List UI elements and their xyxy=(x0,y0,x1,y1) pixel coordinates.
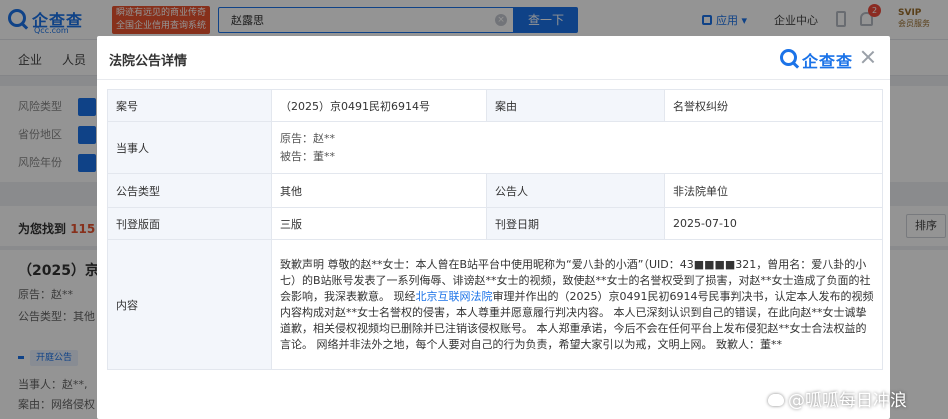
modal-header: 法院公告详情 企查查 xyxy=(97,36,890,80)
court-link[interactable]: 北京互联网法院 xyxy=(416,290,493,303)
cause-label: 案由 xyxy=(486,89,665,122)
table-row: 当事人 原告：赵** 被告：董** xyxy=(107,121,883,174)
case-number-link[interactable]: （2025）京0491民初6914号 xyxy=(271,89,487,122)
notice-type-value: 其他 xyxy=(271,173,487,208)
publish-page-value: 三版 xyxy=(271,207,487,240)
party-value: 原告：赵** 被告：董** xyxy=(271,121,883,174)
weibo-watermark: @呱呱每日冲浪 xyxy=(768,386,907,411)
table-row: 内容 致歉声明 尊敬的赵**女士：本人曾在B站平台中使用昵称为“爱八卦的小酒”（… xyxy=(107,239,883,370)
publish-page-label: 刊登版面 xyxy=(107,207,272,240)
defendant-value: 被告：董** xyxy=(280,149,335,163)
table-row: 案号 （2025）京0491民初6914号 案由 名誉权纠纷 xyxy=(107,89,883,122)
close-icon[interactable] xyxy=(859,48,877,66)
cause-value: 名誉权纠纷 xyxy=(664,89,883,122)
modal-title: 法院公告详情 xyxy=(109,54,188,69)
announcer-label: 公告人 xyxy=(486,173,665,208)
notice-type-label: 公告类型 xyxy=(107,173,272,208)
publish-date-label: 刊登日期 xyxy=(486,207,665,240)
announcer-value: 非法院单位 xyxy=(664,173,883,208)
notice-detail-table: 案号 （2025）京0491民初6914号 案由 名誉权纠纷 当事人 原告：赵*… xyxy=(107,89,883,370)
weibo-icon xyxy=(768,394,784,406)
plaintiff-value: 原告：赵** xyxy=(280,131,335,145)
content-label: 内容 xyxy=(107,239,272,370)
table-row: 公告类型 其他 公告人 非法院单位 xyxy=(107,173,883,208)
publish-date-value: 2025-07-10 xyxy=(664,207,883,240)
court-notice-modal: 法院公告详情 企查查 案号 （2025）京0491民初6914号 案由 名誉权纠… xyxy=(97,36,890,419)
qcc-logo-icon xyxy=(780,49,797,66)
content-value: 致歉声明 尊敬的赵**女士：本人曾在B站平台中使用昵称为“爱八卦的小酒”（UID… xyxy=(271,239,883,370)
party-label: 当事人 xyxy=(107,121,272,174)
table-row: 刊登版面 三版 刊登日期 2025-07-10 xyxy=(107,207,883,240)
modal-logo: 企查查 xyxy=(778,46,862,71)
apology-statement: 致歉声明 尊敬的赵**女士：本人曾在B站平台中使用昵称为“爱八卦的小酒”（UID… xyxy=(280,251,874,359)
case-number-label: 案号 xyxy=(107,89,272,122)
watermark-text: @呱呱每日冲浪 xyxy=(788,391,907,411)
modal-logo-brand: 企查查 xyxy=(802,52,854,71)
